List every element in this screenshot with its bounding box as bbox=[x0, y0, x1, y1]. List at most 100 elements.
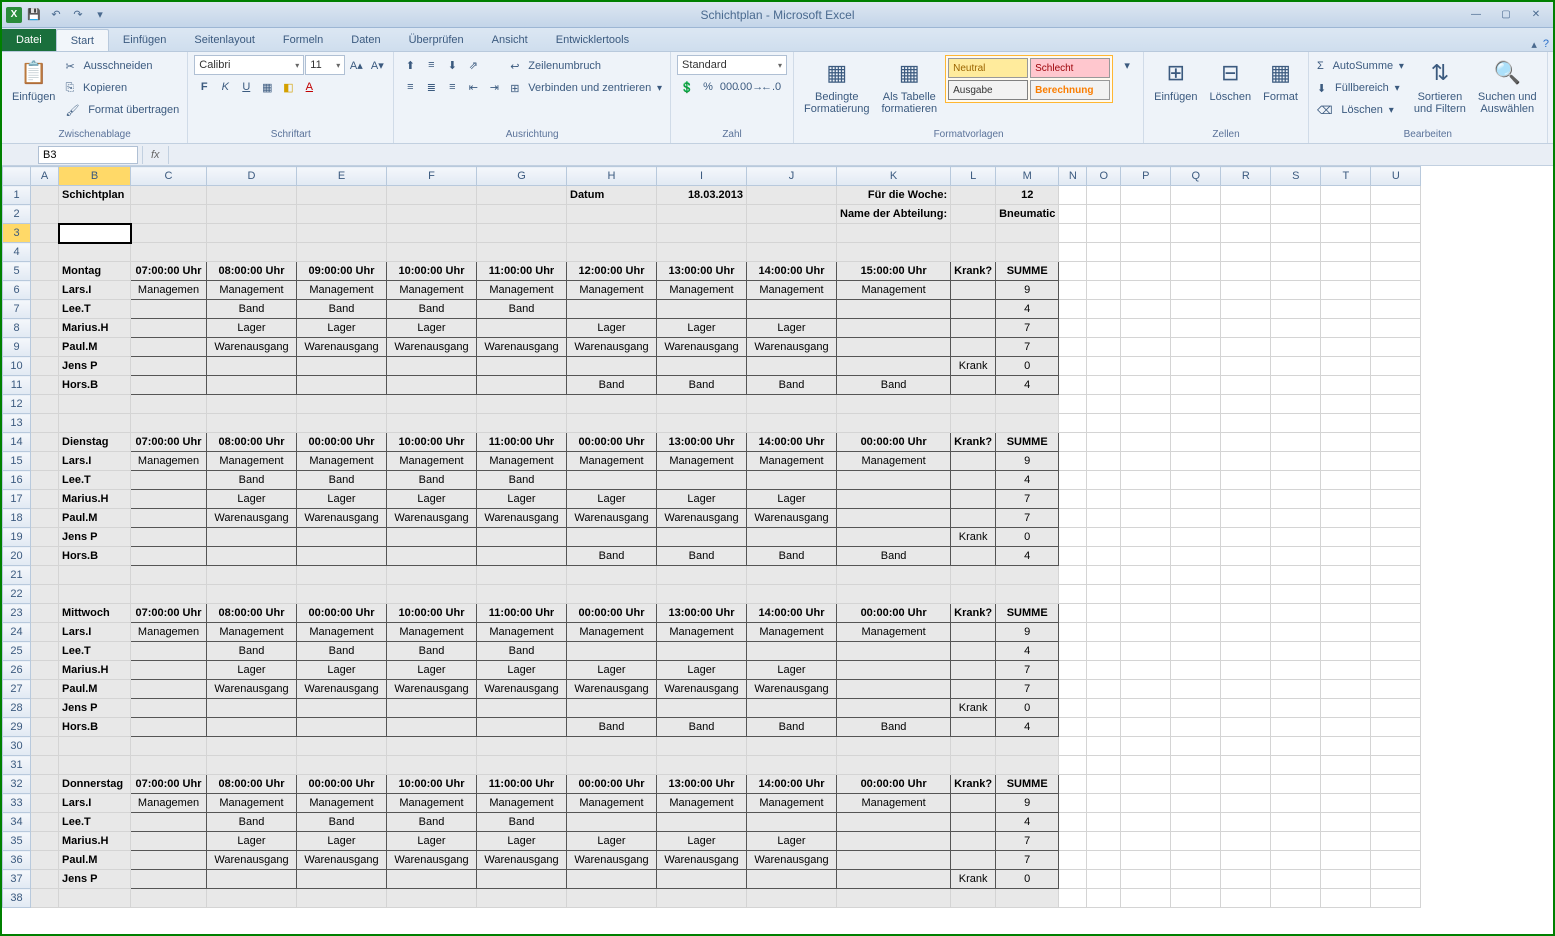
cell-D36[interactable]: Warenausgang bbox=[207, 851, 297, 870]
cell-P29[interactable] bbox=[1121, 718, 1171, 737]
cell-T18[interactable] bbox=[1321, 509, 1371, 528]
cell-T14[interactable] bbox=[1321, 433, 1371, 452]
cell-A22[interactable] bbox=[31, 585, 59, 604]
cell-N4[interactable] bbox=[1059, 243, 1087, 262]
cell-C5[interactable]: 07:00:00 Uhr bbox=[131, 262, 207, 281]
cell-P16[interactable] bbox=[1121, 471, 1171, 490]
align-left-icon[interactable]: ≡ bbox=[400, 77, 420, 97]
cell-M38[interactable] bbox=[996, 889, 1059, 908]
align-center-icon[interactable]: ≣ bbox=[421, 77, 441, 97]
cell-R14[interactable] bbox=[1221, 433, 1271, 452]
cell-Q7[interactable] bbox=[1171, 300, 1221, 319]
cell-G31[interactable] bbox=[477, 756, 567, 775]
cell-P30[interactable] bbox=[1121, 737, 1171, 756]
cell-M2[interactable]: Bneumatic bbox=[996, 205, 1059, 224]
cell-B36[interactable]: Paul.M bbox=[59, 851, 131, 870]
cell-Q19[interactable] bbox=[1171, 528, 1221, 547]
cell-P14[interactable] bbox=[1121, 433, 1171, 452]
cell-F10[interactable] bbox=[387, 357, 477, 376]
cell-T25[interactable] bbox=[1321, 642, 1371, 661]
row-header-27[interactable]: 27 bbox=[3, 680, 31, 699]
cell-B26[interactable]: Marius.H bbox=[59, 661, 131, 680]
cell-J27[interactable]: Warenausgang bbox=[747, 680, 837, 699]
cell-O17[interactable] bbox=[1087, 490, 1121, 509]
column-header-S[interactable]: S bbox=[1271, 167, 1321, 186]
cell-U30[interactable] bbox=[1371, 737, 1421, 756]
cell-P1[interactable] bbox=[1121, 186, 1171, 205]
cell-E27[interactable]: Warenausgang bbox=[297, 680, 387, 699]
cell-K24[interactable]: Management bbox=[837, 623, 951, 642]
cell-C27[interactable] bbox=[131, 680, 207, 699]
cell-H34[interactable] bbox=[567, 813, 657, 832]
cell-T38[interactable] bbox=[1321, 889, 1371, 908]
cell-T37[interactable] bbox=[1321, 870, 1371, 889]
cell-A25[interactable] bbox=[31, 642, 59, 661]
cell-S2[interactable] bbox=[1271, 205, 1321, 224]
cell-J2[interactable] bbox=[747, 205, 837, 224]
cell-C17[interactable] bbox=[131, 490, 207, 509]
row-header-13[interactable]: 13 bbox=[3, 414, 31, 433]
cell-D19[interactable] bbox=[207, 528, 297, 547]
cell-D6[interactable]: Management bbox=[207, 281, 297, 300]
cell-H24[interactable]: Management bbox=[567, 623, 657, 642]
bold-button[interactable]: F bbox=[194, 77, 214, 97]
cell-I14[interactable]: 13:00:00 Uhr bbox=[657, 433, 747, 452]
cell-K10[interactable] bbox=[837, 357, 951, 376]
cell-D4[interactable] bbox=[207, 243, 297, 262]
cell-K27[interactable] bbox=[837, 680, 951, 699]
cell-C1[interactable] bbox=[131, 186, 207, 205]
cell-N20[interactable] bbox=[1059, 547, 1087, 566]
cell-D32[interactable]: 08:00:00 Uhr bbox=[207, 775, 297, 794]
cell-O8[interactable] bbox=[1087, 319, 1121, 338]
style-schlecht[interactable]: Schlecht bbox=[1030, 58, 1110, 78]
cell-O27[interactable] bbox=[1087, 680, 1121, 699]
cell-I17[interactable]: Lager bbox=[657, 490, 747, 509]
fill-color-button[interactable]: ◧ bbox=[278, 77, 298, 97]
row-header-18[interactable]: 18 bbox=[3, 509, 31, 528]
cell-J9[interactable]: Warenausgang bbox=[747, 338, 837, 357]
cell-U3[interactable] bbox=[1371, 224, 1421, 243]
cell-B25[interactable]: Lee.T bbox=[59, 642, 131, 661]
cell-D22[interactable] bbox=[207, 585, 297, 604]
cell-D18[interactable]: Warenausgang bbox=[207, 509, 297, 528]
cell-D30[interactable] bbox=[207, 737, 297, 756]
cell-R25[interactable] bbox=[1221, 642, 1271, 661]
row-header-29[interactable]: 29 bbox=[3, 718, 31, 737]
cell-S20[interactable] bbox=[1271, 547, 1321, 566]
cell-K30[interactable] bbox=[837, 737, 951, 756]
cell-T13[interactable] bbox=[1321, 414, 1371, 433]
cell-R16[interactable] bbox=[1221, 471, 1271, 490]
cell-D8[interactable]: Lager bbox=[207, 319, 297, 338]
column-header-T[interactable]: T bbox=[1321, 167, 1371, 186]
cell-N14[interactable] bbox=[1059, 433, 1087, 452]
cell-D29[interactable] bbox=[207, 718, 297, 737]
cell-K23[interactable]: 00:00:00 Uhr bbox=[837, 604, 951, 623]
cell-G6[interactable]: Management bbox=[477, 281, 567, 300]
cell-T24[interactable] bbox=[1321, 623, 1371, 642]
cell-H38[interactable] bbox=[567, 889, 657, 908]
cell-F1[interactable] bbox=[387, 186, 477, 205]
cell-S22[interactable] bbox=[1271, 585, 1321, 604]
cell-Q24[interactable] bbox=[1171, 623, 1221, 642]
cell-K20[interactable]: Band bbox=[837, 547, 951, 566]
cell-U12[interactable] bbox=[1371, 395, 1421, 414]
cell-K35[interactable] bbox=[837, 832, 951, 851]
cell-B11[interactable]: Hors.B bbox=[59, 376, 131, 395]
cell-S5[interactable] bbox=[1271, 262, 1321, 281]
row-header-7[interactable]: 7 bbox=[3, 300, 31, 319]
cell-G1[interactable] bbox=[477, 186, 567, 205]
cell-C35[interactable] bbox=[131, 832, 207, 851]
row-header-12[interactable]: 12 bbox=[3, 395, 31, 414]
cell-C7[interactable] bbox=[131, 300, 207, 319]
column-header-I[interactable]: I bbox=[657, 167, 747, 186]
cell-I38[interactable] bbox=[657, 889, 747, 908]
minimize-ribbon-icon[interactable]: ▴ bbox=[1531, 38, 1537, 51]
cell-O33[interactable] bbox=[1087, 794, 1121, 813]
cell-O3[interactable] bbox=[1087, 224, 1121, 243]
cell-O12[interactable] bbox=[1087, 395, 1121, 414]
column-header-B[interactable]: B bbox=[59, 167, 131, 186]
cell-U18[interactable] bbox=[1371, 509, 1421, 528]
style-ausgabe[interactable]: Ausgabe bbox=[948, 80, 1028, 100]
cell-N27[interactable] bbox=[1059, 680, 1087, 699]
cell-U13[interactable] bbox=[1371, 414, 1421, 433]
